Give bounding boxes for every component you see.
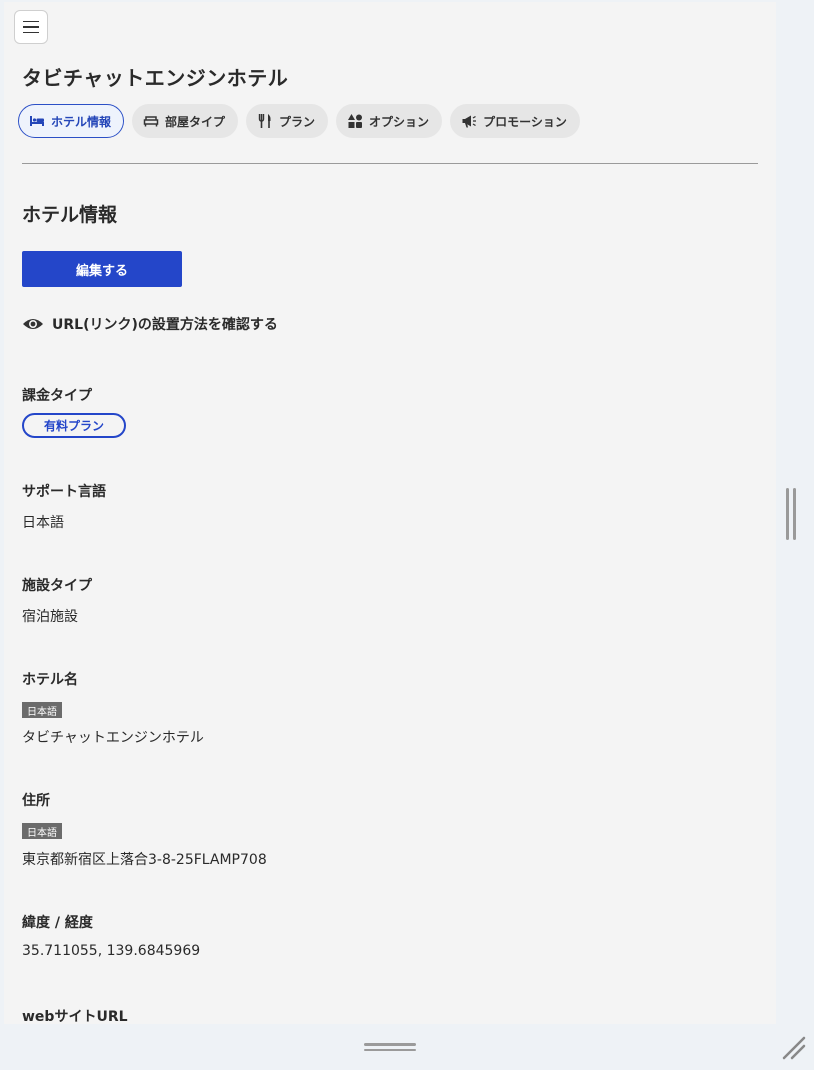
tab-bar: ホテル情報 部屋タイプ プラン オプション プロモーション bbox=[18, 104, 580, 138]
divider bbox=[22, 163, 758, 164]
room-bed-icon bbox=[143, 116, 159, 127]
hotel-title: タビチャットエンジンホテル bbox=[22, 66, 289, 90]
eye-icon bbox=[23, 319, 43, 329]
facility-type-label: 施設タイプ bbox=[22, 578, 92, 594]
address-value: 東京都新宿区上落合3-8-25FLAMP708 bbox=[22, 852, 267, 868]
tab-room-type[interactable]: 部屋タイプ bbox=[132, 104, 239, 138]
megaphone-icon bbox=[462, 115, 477, 128]
main-panel: タビチャットエンジンホテル ホテル情報 部屋タイプ プラン オプション プロモー… bbox=[4, 2, 776, 1070]
support-language-value: 日本語 bbox=[22, 515, 64, 531]
bed-icon bbox=[30, 116, 44, 126]
plan-badge: 有料プラン bbox=[22, 413, 126, 438]
tab-label: プラン bbox=[279, 114, 316, 129]
tab-hotel-info[interactable]: ホテル情報 bbox=[18, 104, 125, 138]
url-setup-link[interactable]: URL(リンク)の設置方法を確認する bbox=[22, 314, 278, 334]
shapes-icon bbox=[348, 114, 363, 128]
latlng-value: 35.711055, 139.6845969 bbox=[22, 943, 201, 959]
hamburger-menu-button[interactable] bbox=[14, 10, 48, 44]
latlng-label: 緯度 / 経度 bbox=[22, 915, 93, 931]
language-tag: 日本語 bbox=[22, 823, 62, 839]
hotel-name-label: ホテル名 bbox=[22, 672, 78, 688]
url-setup-link-label: URL(リンク)の設置方法を確認する bbox=[52, 317, 278, 333]
language-tag: 日本語 bbox=[22, 702, 62, 718]
support-language-label: サポート言語 bbox=[22, 484, 106, 500]
facility-type-value: 宿泊施設 bbox=[22, 609, 78, 625]
section-title: ホテル情報 bbox=[22, 204, 118, 226]
cutlery-icon bbox=[258, 114, 271, 128]
edit-button[interactable]: 編集する bbox=[22, 251, 182, 287]
hamburger-icon bbox=[23, 20, 39, 23]
tab-label: 部屋タイプ bbox=[165, 114, 226, 129]
drag-handle[interactable] bbox=[364, 1040, 416, 1056]
tab-option[interactable]: オプション bbox=[336, 104, 443, 138]
website-url-label: webサイトURL bbox=[22, 1009, 128, 1025]
tab-label: オプション bbox=[369, 114, 430, 129]
address-label: 住所 bbox=[22, 793, 50, 809]
tab-promotion[interactable]: プロモーション bbox=[450, 104, 580, 138]
billing-type-label: 課金タイプ bbox=[22, 388, 92, 404]
hotel-name-value: タビチャットエンジンホテル bbox=[22, 730, 204, 746]
side-resize-grip[interactable] bbox=[786, 488, 800, 542]
tab-label: プロモーション bbox=[483, 114, 567, 129]
tab-plan[interactable]: プラン bbox=[246, 104, 329, 138]
resize-corner-icon[interactable] bbox=[780, 1034, 808, 1062]
tab-label: ホテル情報 bbox=[51, 114, 112, 129]
